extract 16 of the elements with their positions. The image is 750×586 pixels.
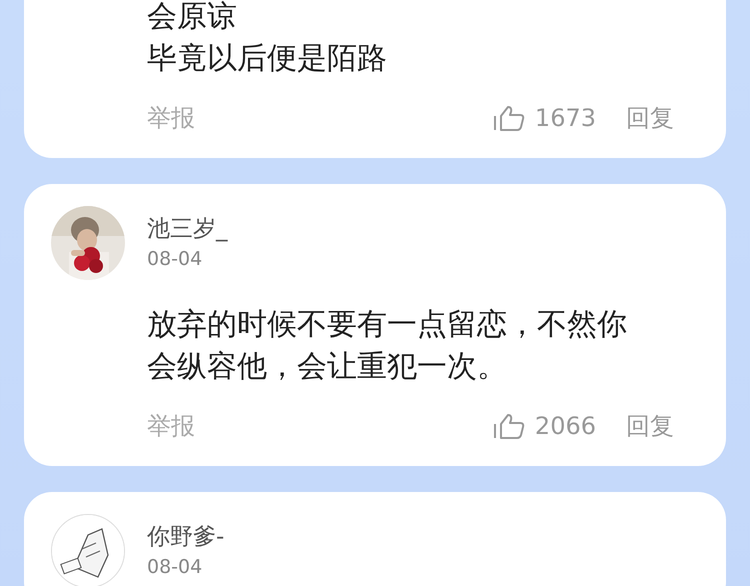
comment-text: 会原谅 [147, 0, 238, 36]
like-count: 1673 [534, 103, 596, 134]
comment-text: 放弃的时候不要有一点留恋，不然你 [147, 306, 628, 344]
thumbs-up-icon[interactable] [492, 105, 525, 131]
reply-link[interactable]: 回复 [626, 408, 674, 444]
user-name[interactable]: 池三岁_ [147, 213, 228, 245]
comment-text: 会纵容他，会让重犯一次。 [147, 348, 508, 386]
user-name[interactable]: 你野爹- [147, 521, 224, 553]
reply-link[interactable]: 回复 [626, 100, 674, 136]
report-link[interactable]: 举报 [147, 100, 195, 136]
thumbs-up-icon[interactable] [492, 413, 525, 439]
comment-date: 08-04 [147, 247, 204, 272]
report-link[interactable]: 举报 [147, 408, 195, 444]
like-count: 2066 [534, 411, 596, 442]
comment-text: 毕竟以后便是陌路 [147, 40, 388, 78]
comment-date: 08-04 [147, 555, 204, 580]
